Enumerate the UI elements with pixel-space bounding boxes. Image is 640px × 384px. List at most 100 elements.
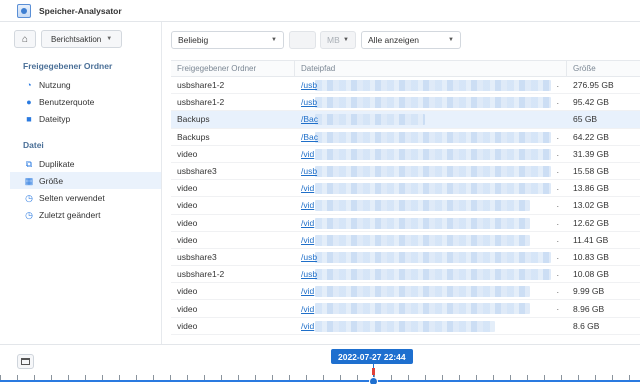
table-row[interactable]: video/vid. 9.99 GB	[171, 283, 640, 301]
cell-file-path: /vid	[295, 318, 567, 334]
report-action-button[interactable]: Berichtsaktion ▼	[41, 30, 123, 48]
cell-size: 10.08 GB	[573, 269, 609, 280]
sidebar: ⌂ Berichtsaktion ▼ Freigegebener Ordner …	[10, 22, 162, 344]
header-size[interactable]: Größe	[567, 60, 640, 77]
home-button[interactable]: ⌂	[14, 30, 36, 48]
table-row[interactable]: video/vid. 31.39 GB	[171, 146, 640, 163]
table-row[interactable]: video/vid. 8.96 GB	[171, 300, 640, 318]
type-filter-value: Beliebig	[178, 35, 209, 45]
file-path-link[interactable]: /Bac	[301, 114, 318, 124]
table-row[interactable]: usbshare1-2/usb. 276.95 GB	[171, 77, 640, 95]
cell-file-path: /vid.	[295, 232, 567, 248]
ellipsis-icon: .	[556, 268, 559, 279]
cell-shared-folder: video	[177, 200, 198, 211]
cell-file-path: /usb.	[295, 266, 567, 282]
main-panel: Beliebig ▼ MB ▼ Alle anzeigen ▼ Freigege…	[163, 22, 640, 344]
nav-item-rarely-used[interactable]: ◷ Selten verwendet	[10, 189, 161, 206]
redacted-path-blur	[315, 234, 530, 246]
header-file-path[interactable]: Dateipfad	[295, 60, 567, 77]
file-path-link[interactable]: /usb	[301, 80, 317, 90]
caret-down-icon: ▼	[343, 37, 349, 43]
table-row[interactable]: Backups/Bac. 64.22 GB	[171, 129, 640, 146]
app-title: Speicher-Analysator	[39, 5, 122, 16]
ellipsis-icon: .	[556, 302, 559, 313]
title-bar: Speicher-Analysator	[0, 0, 640, 22]
table-row[interactable]: usbshare1-2/usb. 10.08 GB	[171, 266, 640, 284]
file-path-link[interactable]: /vid	[301, 218, 314, 228]
file-path-link[interactable]: /vid	[301, 183, 314, 193]
file-icon: ■	[26, 113, 32, 124]
timeline-track[interactable]	[0, 380, 640, 382]
table-row[interactable]: video/vid. 13.86 GB	[171, 180, 640, 198]
cell-shared-folder: usbshare1-2	[177, 269, 225, 280]
redacted-path-blur	[315, 97, 551, 109]
calendar-button[interactable]	[17, 354, 34, 369]
show-filter-select[interactable]: Alle anzeigen ▼	[361, 31, 461, 49]
cell-file-path: /usb.	[295, 77, 567, 93]
redacted-path-blur	[315, 183, 551, 195]
file-path-link[interactable]: /vid	[301, 149, 314, 159]
cell-size: 31.39 GB	[573, 148, 609, 159]
nav-item-last-modified[interactable]: ◷ Zuletzt geändert	[10, 206, 161, 223]
cell-shared-folder: usbshare3	[177, 166, 217, 177]
file-path-link[interactable]: /vid	[301, 304, 314, 314]
table-row[interactable]: video/vid. 11.41 GB	[171, 232, 640, 249]
cell-size: 8.96 GB	[573, 303, 605, 314]
header-shared-folder[interactable]: Freigegebener Ordner	[171, 60, 295, 77]
file-path-link[interactable]: /vid	[301, 200, 314, 210]
size-input[interactable]	[289, 31, 316, 49]
cell-shared-folder: video	[177, 303, 198, 314]
redacted-path-blur	[315, 320, 495, 332]
clock-icon: ◷	[25, 192, 33, 203]
cell-size: 13.02 GB	[573, 200, 609, 211]
table-row[interactable]: usbshare3/usb. 15.58 GB	[171, 163, 640, 181]
cell-file-path: /vid.	[295, 146, 567, 162]
file-path-link[interactable]: /vid	[301, 286, 314, 296]
nav-item-label: Zuletzt geändert	[39, 209, 101, 220]
ellipsis-icon: .	[556, 233, 559, 244]
report-action-label: Berichtsaktion	[51, 34, 102, 44]
file-path-link[interactable]: /vid	[301, 321, 314, 331]
timeline-slider-handle[interactable]	[369, 377, 378, 384]
cell-size: 13.86 GB	[573, 183, 609, 194]
nav-item-label: Selten verwendet	[39, 192, 105, 203]
nav-item-label: Dateityp	[39, 113, 71, 124]
cell-file-path: /Bac.	[295, 129, 567, 145]
file-path-link[interactable]: /vid	[301, 235, 314, 245]
nav-item-file-type[interactable]: ■ Dateityp	[10, 110, 161, 127]
ellipsis-icon: .	[556, 199, 559, 210]
user-icon: ●	[26, 96, 32, 107]
table-row[interactable]: usbshare1-2/usb. 95.42 GB	[171, 94, 640, 112]
file-path-link[interactable]: /usb	[301, 269, 317, 279]
cell-shared-folder: video	[177, 217, 198, 228]
file-path-link[interactable]: /usb	[301, 166, 317, 176]
size-icon: ▦	[24, 175, 34, 186]
cell-size: 10.83 GB	[573, 251, 609, 262]
file-path-link[interactable]: /Bac	[301, 132, 318, 142]
nav-item-user-quota[interactable]: ● Benutzerquote	[10, 93, 161, 110]
cell-file-path: /usb.	[295, 249, 567, 265]
table-row[interactable]: usbshare3/usb. 10.83 GB	[171, 249, 640, 267]
type-filter-select[interactable]: Beliebig ▼	[171, 31, 284, 49]
table-row[interactable]: Backups/Bac 65 GB	[171, 111, 640, 129]
unit-select[interactable]: MB ▼	[320, 31, 356, 49]
cell-shared-folder: video	[177, 148, 198, 159]
nav-item-size[interactable]: ▦ Größe	[10, 172, 161, 189]
nav-item-label: Duplikate	[39, 158, 75, 169]
redacted-path-blur	[315, 251, 551, 263]
cell-size: 9.99 GB	[573, 286, 605, 297]
table-row[interactable]: video/vid 8.6 GB	[171, 318, 640, 335]
table-row[interactable]: video/vid. 13.02 GB	[171, 197, 640, 215]
cell-shared-folder: video	[177, 234, 198, 245]
file-path-link[interactable]: /usb	[301, 252, 317, 262]
redacted-path-blur	[315, 165, 551, 177]
ellipsis-icon: .	[556, 250, 559, 261]
nav-item-usage[interactable]: ◔ Nutzung	[10, 76, 161, 93]
section-title-file: Datei	[23, 140, 44, 150]
cell-shared-folder: video	[177, 320, 198, 331]
file-path-link[interactable]: /usb	[301, 97, 317, 107]
nav-item-duplicates[interactable]: ⧉ Duplikate	[10, 155, 161, 172]
table-row[interactable]: video/vid. 12.62 GB	[171, 215, 640, 232]
cell-shared-folder: usbshare3	[177, 251, 217, 262]
redacted-path-blur	[315, 200, 530, 212]
